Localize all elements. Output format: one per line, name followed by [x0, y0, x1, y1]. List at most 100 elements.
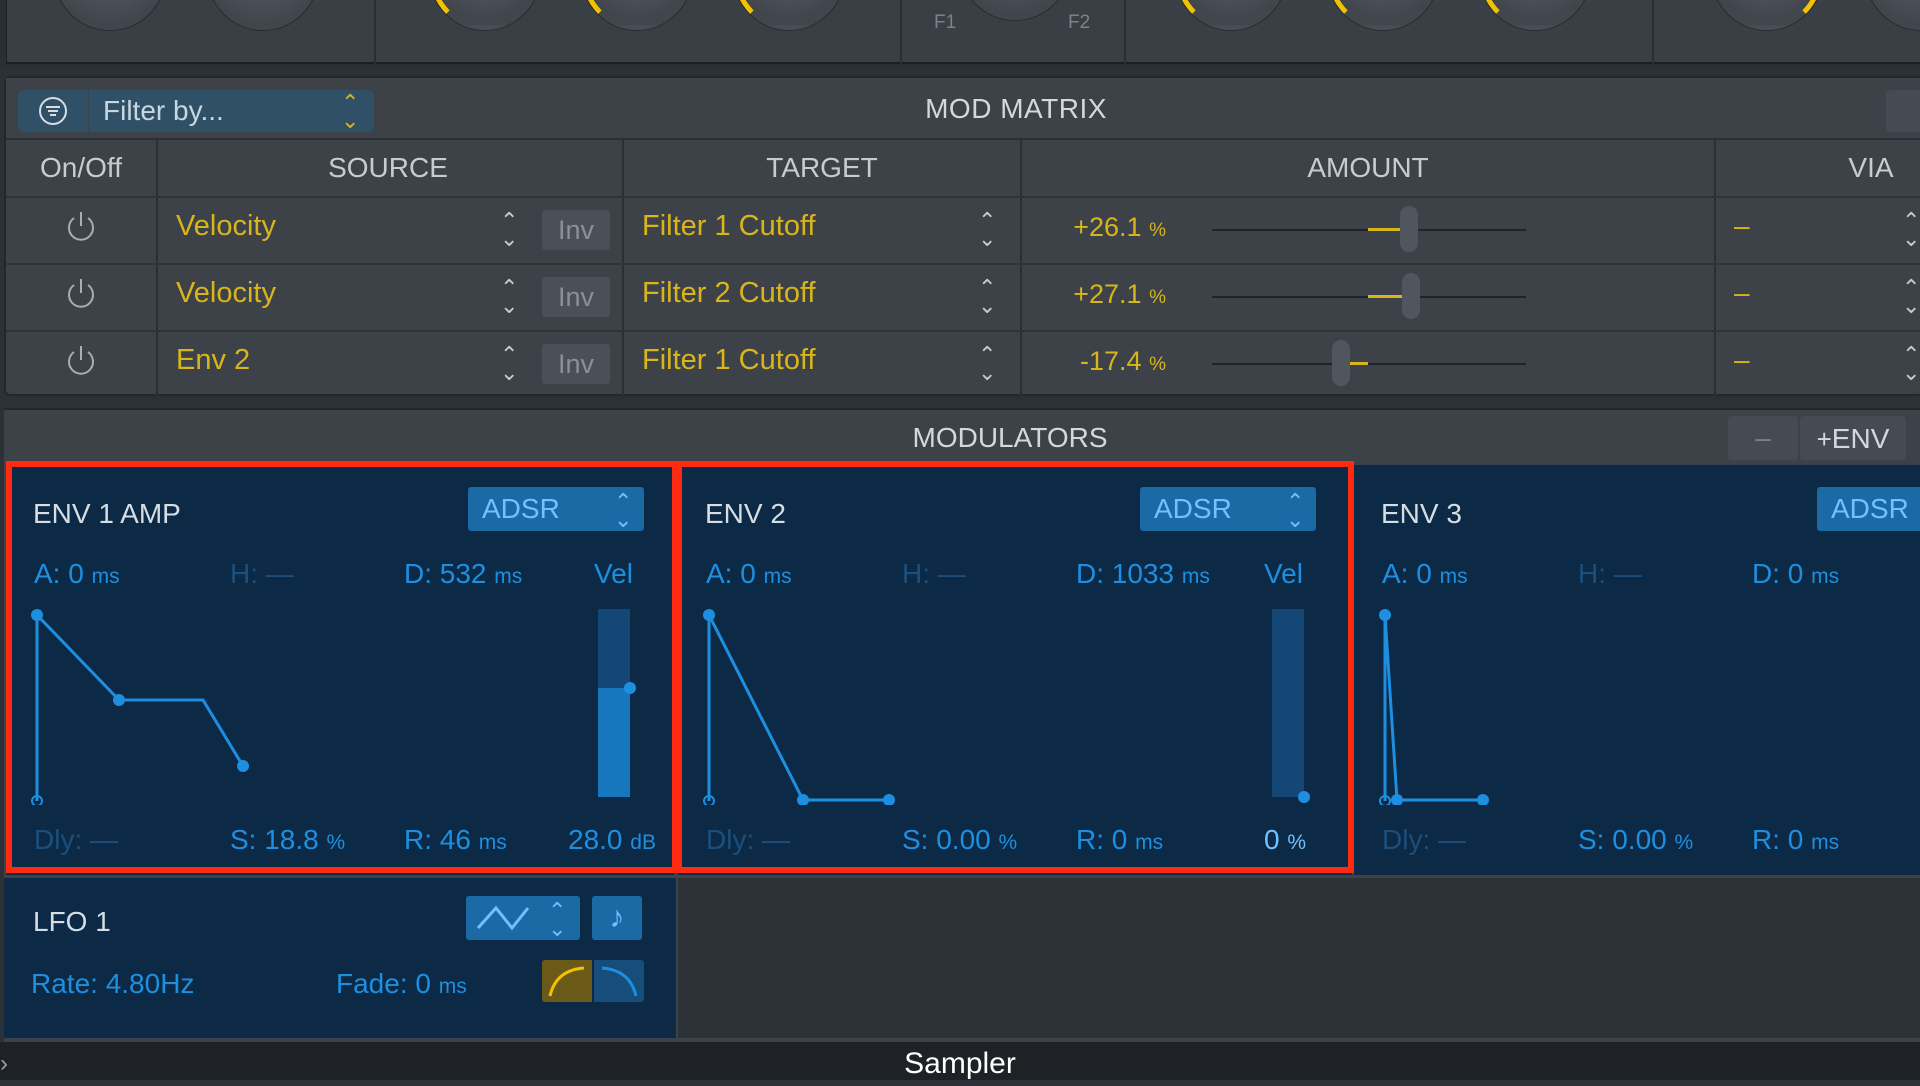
chevron-updown-icon[interactable]: ⌃ ⌄: [978, 210, 996, 250]
plus-icon: +: [1816, 424, 1832, 454]
fade-in-button[interactable]: [542, 960, 592, 1002]
lfo-waveform-select[interactable]: ⌃ ⌄: [466, 896, 580, 940]
power-icon: [68, 279, 94, 308]
source-value[interactable]: Velocity: [176, 277, 276, 310]
fade-out-button[interactable]: [594, 960, 644, 1002]
invert-button[interactable]: Inv: [542, 210, 610, 250]
release-value[interactable]: R: 0 ms: [1752, 824, 1839, 856]
power-toggle[interactable]: [66, 208, 96, 249]
highlight-box-env-2: [676, 461, 1354, 873]
highlight-box-env-1: [6, 461, 678, 873]
delay-value[interactable]: Dly: —: [1382, 824, 1466, 856]
chevron-updown-icon[interactable]: ⌃ ⌄: [1902, 277, 1920, 317]
chevron-updown-icon[interactable]: ⌃ ⌄: [1902, 210, 1920, 250]
env-3-curve[interactable]: [1354, 605, 1654, 805]
triangle-wave-icon: [476, 905, 530, 931]
lfo-1-panel: LFO 1 ⌃ ⌄ ♪ Rate: 4.80Hz Fade: 0 ms: [4, 878, 676, 1038]
sustain-number: S: 0.00: [1578, 824, 1667, 855]
collapse-button[interactable]: [1886, 90, 1920, 132]
env-title: ENV 3: [1381, 498, 1462, 529]
column-header-onoff: On/Off: [40, 152, 122, 183]
plugin-title: Sampler: [904, 1047, 1016, 1080]
sustain-value[interactable]: S: 0.00 %: [1578, 824, 1693, 856]
column-header-via: VIA: [1848, 152, 1894, 183]
note-icon: ♪: [609, 901, 625, 934]
chevron-updown-icon[interactable]: ⌃ ⌄: [1902, 344, 1920, 384]
lfo-fade-unit: ms: [438, 975, 467, 998]
decay-unit: ms: [1811, 565, 1840, 588]
mod-matrix-title: MOD MATRIX: [925, 93, 1107, 124]
env-mode-select[interactable]: ADSR: [1817, 487, 1920, 531]
via-value[interactable]: –: [1734, 210, 1750, 242]
amount-slider-thumb[interactable]: [1402, 273, 1420, 319]
power-icon: [68, 212, 94, 241]
source-value[interactable]: Env 2: [176, 344, 250, 377]
target-value[interactable]: Filter 1 Cutoff: [642, 344, 816, 377]
lfo-title: LFO 1: [33, 906, 111, 937]
column-header-amount: AMOUNT: [1307, 152, 1429, 183]
column-header-target: TARGET: [766, 152, 878, 183]
divider: [1652, 0, 1654, 64]
amount-number: +26.1: [1073, 212, 1142, 242]
attack-number: A: 0: [1382, 558, 1432, 589]
chevron-right-icon[interactable]: ›: [0, 1042, 8, 1086]
chevron-updown-icon[interactable]: ⌃ ⌄: [500, 344, 518, 384]
decay-number: D: 0: [1752, 558, 1804, 589]
column-header-source: SOURCE: [328, 152, 448, 183]
mod-matrix-row: [6, 330, 1920, 396]
release-number: R: 0: [1752, 824, 1804, 855]
source-value[interactable]: Velocity: [176, 210, 276, 243]
power-toggle[interactable]: [66, 342, 96, 383]
via-value[interactable]: –: [1734, 344, 1750, 376]
amount-value[interactable]: +27.1 %: [1006, 279, 1166, 310]
env-3-panel: ENV 3 ADSR A: 0 ms H: — D: 0 ms Dly: — S…: [1354, 465, 1920, 875]
chevron-updown-icon[interactable]: ⌃ ⌄: [978, 344, 996, 384]
chevron-updown-icon[interactable]: ⌃ ⌄: [978, 277, 996, 317]
invert-button[interactable]: Inv: [542, 344, 610, 384]
modulators-title: MODULATORS: [912, 422, 1108, 453]
add-env-button[interactable]: +ENV: [1800, 416, 1906, 460]
amount-value[interactable]: +26.1 %: [1006, 212, 1166, 243]
target-value[interactable]: Filter 2 Cutoff: [642, 277, 816, 310]
top-knob-strip: F1 F2: [0, 0, 1920, 68]
mod-matrix-row: [6, 196, 1920, 262]
plugin-title-bar: Sampler ›: [0, 1042, 1920, 1080]
remove-modulator-button[interactable]: –: [1728, 416, 1798, 460]
lfo-fade-value[interactable]: Fade: 0 ms: [336, 968, 467, 1000]
amount-slider-thumb[interactable]: [1332, 340, 1350, 386]
lfo-sync-button[interactable]: ♪: [592, 896, 642, 940]
attack-value[interactable]: A: 0 ms: [1382, 558, 1468, 590]
amount-unit: %: [1149, 220, 1166, 241]
chevron-updown-icon: ⌃ ⌄: [548, 898, 567, 941]
mod-matrix-row: [6, 263, 1920, 329]
amount-value[interactable]: -17.4 %: [1006, 346, 1166, 377]
chevron-updown-icon[interactable]: ⌃ ⌄: [500, 277, 518, 317]
amount-slider-track[interactable]: [1212, 363, 1526, 365]
power-icon: [68, 346, 94, 375]
via-value[interactable]: –: [1734, 277, 1750, 309]
divider: [1124, 0, 1126, 64]
decay-value[interactable]: D: 0 ms: [1752, 558, 1839, 590]
amount-unit: %: [1149, 287, 1166, 308]
sustain-unit: %: [1674, 831, 1694, 854]
f2-label: F2: [1068, 12, 1091, 33]
f1-label: F1: [934, 12, 957, 33]
lfo-fade-number: Fade: 0: [336, 968, 431, 999]
divider: [374, 0, 376, 64]
target-value[interactable]: Filter 1 Cutoff: [642, 210, 816, 243]
amount-number: -17.4: [1080, 346, 1142, 376]
divider: [900, 0, 902, 64]
add-env-label: ENV: [1831, 423, 1890, 454]
hold-value[interactable]: H: —: [1578, 558, 1642, 590]
amount-number: +27.1: [1073, 279, 1142, 309]
lfo-rate-value[interactable]: Rate: 4.80Hz: [31, 968, 194, 1000]
fade-in-curve-icon: [548, 966, 585, 997]
empty-modulator-area: [678, 878, 1920, 1038]
attack-unit: ms: [1439, 565, 1468, 588]
invert-button[interactable]: Inv: [542, 277, 610, 317]
amount-unit: %: [1149, 354, 1166, 375]
chevron-updown-icon[interactable]: ⌃ ⌄: [500, 210, 518, 250]
release-unit: ms: [1811, 831, 1840, 854]
amount-slider-thumb[interactable]: [1400, 206, 1418, 252]
power-toggle[interactable]: [66, 275, 96, 316]
